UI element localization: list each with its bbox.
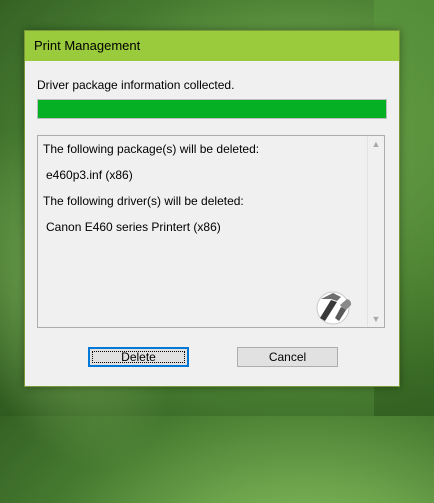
drivers-heading: The following driver(s) will be deleted: bbox=[43, 194, 244, 208]
delete-button[interactable]: Delete bbox=[88, 347, 189, 367]
print-management-dialog: Print Management Driver package informat… bbox=[24, 30, 400, 387]
vertical-scrollbar[interactable]: ▲ ▼ bbox=[367, 136, 384, 327]
driver-item: Canon E460 series Printert (x86) bbox=[46, 220, 221, 234]
status-text: Driver package information collected. bbox=[37, 78, 235, 92]
hammer-wrench-icon bbox=[316, 291, 352, 325]
progress-bar bbox=[37, 99, 387, 119]
packages-heading: The following package(s) will be deleted… bbox=[43, 142, 260, 156]
scroll-down-arrow-icon[interactable]: ▼ bbox=[368, 311, 384, 327]
progress-bar-fill bbox=[38, 100, 386, 118]
package-item: e460p3.inf (x86) bbox=[46, 168, 133, 182]
title-bar[interactable]: Print Management bbox=[25, 31, 399, 61]
window-title: Print Management bbox=[34, 38, 141, 53]
cancel-button-label: Cancel bbox=[268, 350, 307, 364]
scroll-up-arrow-icon[interactable]: ▲ bbox=[368, 136, 384, 152]
cancel-button[interactable]: Cancel bbox=[237, 347, 338, 367]
focus-rectangle bbox=[92, 351, 185, 363]
